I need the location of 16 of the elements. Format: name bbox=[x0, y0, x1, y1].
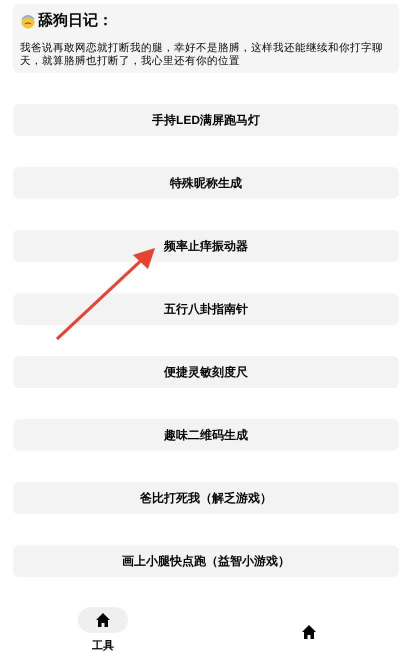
tool-button[interactable]: 特殊昵称生成 bbox=[13, 167, 399, 199]
diary-text: 我爸说再敢网恋就打断我的腿，幸好不是胳膊，这样我还能继续和你打字聊天，就算胳膊也打断了，我心里还有你的位置 bbox=[20, 42, 384, 68]
tool-button[interactable]: 五行八卦指南针 bbox=[13, 293, 399, 325]
sweat-face-icon bbox=[20, 13, 36, 30]
tool-button[interactable]: 频率止痒振动器 bbox=[13, 230, 399, 262]
tool-button[interactable]: 画上小腿快点跑（益智小游戏） bbox=[13, 545, 399, 577]
nav-tab[interactable] bbox=[301, 624, 317, 640]
home-icon bbox=[95, 612, 111, 628]
home-icon bbox=[301, 624, 317, 640]
tool-button[interactable]: 爸比打死我（解乏游戏） bbox=[13, 482, 399, 514]
diary-title: 舔狗日记： bbox=[38, 11, 113, 31]
nav-label: 工具 bbox=[92, 639, 114, 654]
tool-button[interactable]: 便捷灵敏刻度尺 bbox=[13, 356, 399, 388]
nav-tab[interactable] bbox=[78, 607, 128, 633]
tool-button[interactable]: 趣味二维码生成 bbox=[13, 419, 399, 451]
tool-button[interactable]: 手持LED满屏跑马灯 bbox=[13, 104, 399, 136]
